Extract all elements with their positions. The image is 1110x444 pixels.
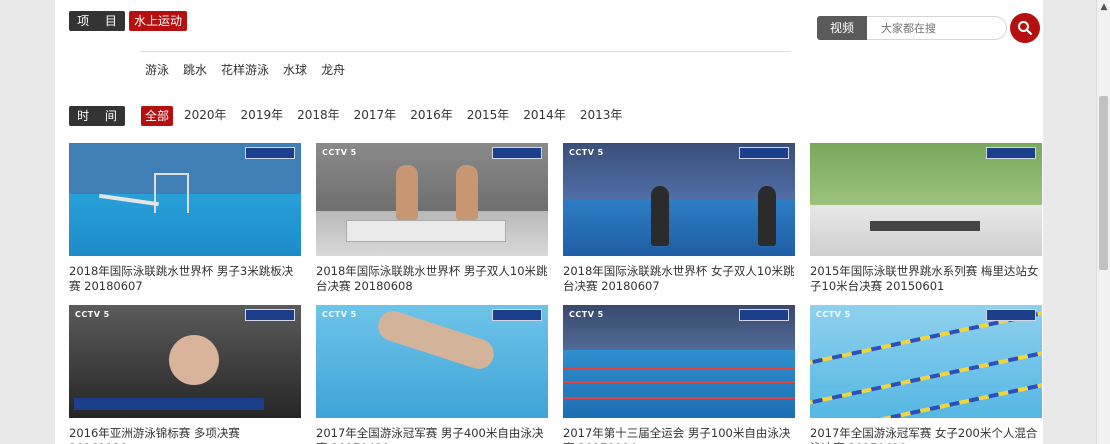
video-title[interactable]: 2016年亚洲游泳锦标赛 多项决赛 20161128 bbox=[69, 426, 301, 444]
sub-category-nav: 游泳 跳水 花样游泳 水球 龙舟 bbox=[145, 61, 345, 78]
video-title[interactable]: 2018年国际泳联跳水世界杯 男子双人10米跳台决赛 20180608 bbox=[316, 264, 548, 294]
broadcast-badge bbox=[492, 309, 542, 321]
video-title[interactable]: 2018年国际泳联跳水世界杯 男子3米跳板决赛 20180607 bbox=[69, 264, 301, 294]
broadcast-badge bbox=[245, 147, 295, 159]
name-overlay bbox=[74, 398, 264, 410]
channel-logo: CCTV 5 bbox=[569, 310, 604, 319]
video-thumbnail[interactable]: CCTV 5 bbox=[316, 305, 548, 418]
video-title[interactable]: 2018年国际泳联跳水世界杯 女子双人10米跳台决赛 20180607 bbox=[563, 264, 795, 294]
time-all-tag[interactable]: 全部 bbox=[141, 106, 173, 126]
score-overlay bbox=[346, 220, 506, 242]
search-input[interactable] bbox=[867, 16, 1007, 40]
video-title[interactable]: 2015年国际泳联世界跳水系列赛 梅里达站女子10米台决赛 20150601 bbox=[810, 264, 1042, 294]
sub-category-diving[interactable]: 跳水 bbox=[183, 61, 207, 78]
video-thumbnail[interactable]: CCTV 5 bbox=[810, 305, 1042, 418]
filter-divider bbox=[140, 51, 790, 52]
year-option[interactable]: 2017年 bbox=[354, 108, 397, 122]
year-option[interactable]: 2020年 bbox=[184, 108, 227, 122]
video-thumbnail[interactable]: CCTV 5 bbox=[563, 143, 795, 256]
sub-category-water-polo[interactable]: 水球 bbox=[283, 61, 307, 78]
year-option[interactable]: 2013年 bbox=[580, 108, 623, 122]
search-bar: 视频 bbox=[817, 13, 1042, 43]
category-label: 项 目 bbox=[69, 11, 125, 31]
broadcast-badge bbox=[739, 147, 789, 159]
channel-logo: CCTV 5 bbox=[75, 310, 110, 319]
video-card[interactable]: 2015年国际泳联世界跳水系列赛 梅里达站女子10米台决赛 20150601 bbox=[810, 143, 1042, 294]
channel-logo: CCTV 5 bbox=[322, 310, 357, 319]
video-thumbnail[interactable]: CCTV 5 bbox=[563, 305, 795, 418]
video-card[interactable]: CCTV 5 2016年亚洲游泳锦标赛 多项决赛 20161128 bbox=[69, 305, 301, 444]
video-title[interactable]: 2017年全国游泳冠军赛 女子200米个人混合泳决赛 20170410 bbox=[810, 426, 1042, 444]
page-scrollbar[interactable]: ▲ bbox=[1096, 0, 1110, 444]
broadcast-badge bbox=[986, 309, 1036, 321]
video-card[interactable]: CCTV 5 2018年国际泳联跳水世界杯 男子双人10米跳台决赛 201806… bbox=[316, 143, 548, 294]
broadcast-badge bbox=[739, 309, 789, 321]
search-button[interactable] bbox=[1010, 13, 1040, 43]
video-title[interactable]: 2017年第十三届全运会 男子100米自由泳决赛 20170904 bbox=[563, 426, 795, 444]
video-thumbnail[interactable]: CCTV 5 bbox=[316, 143, 548, 256]
video-title[interactable]: 2017年全国游泳冠军赛 男子400米自由泳决赛 20170410 bbox=[316, 426, 548, 444]
video-thumbnail[interactable]: CCTV 5 bbox=[69, 305, 301, 418]
search-icon bbox=[1018, 21, 1033, 36]
year-option[interactable]: 2015年 bbox=[467, 108, 510, 122]
video-card[interactable]: CCTV 5 2017年全国游泳冠军赛 男子400米自由泳决赛 20170410 bbox=[316, 305, 548, 444]
year-option[interactable]: 2018年 bbox=[297, 108, 340, 122]
video-card[interactable]: CCTV 5 2017年第十三届全运会 男子100米自由泳决赛 20170904 bbox=[563, 305, 795, 444]
video-thumbnail[interactable] bbox=[810, 143, 1042, 256]
sub-category-swimming[interactable]: 游泳 bbox=[145, 61, 169, 78]
video-card[interactable]: 2018年国际泳联跳水世界杯 男子3米跳板决赛 20180607 bbox=[69, 143, 301, 294]
search-scope-label[interactable]: 视频 bbox=[817, 16, 867, 40]
year-filter-list: 2020年 2019年 2018年 2017年 2016年 2015年 2014… bbox=[184, 108, 636, 122]
scroll-up-arrow-icon[interactable]: ▲ bbox=[1097, 0, 1110, 14]
video-card[interactable]: CCTV 5 2018年国际泳联跳水世界杯 女子双人10米跳台决赛 201806… bbox=[563, 143, 795, 294]
time-label: 时 间 bbox=[69, 106, 125, 126]
broadcast-badge bbox=[492, 147, 542, 159]
sub-category-dragon-boat[interactable]: 龙舟 bbox=[321, 61, 345, 78]
main-content: 项 目 水上运动 游泳 跳水 花样游泳 水球 龙舟 时 间 全部 2020年 2… bbox=[55, 0, 1043, 444]
video-card[interactable]: CCTV 5 2017年全国游泳冠军赛 女子200米个人混合泳决赛 201704… bbox=[810, 305, 1042, 444]
channel-logo: CCTV 5 bbox=[816, 310, 851, 319]
category-selected-tag[interactable]: 水上运动 bbox=[129, 11, 187, 31]
video-thumbnail[interactable] bbox=[69, 143, 301, 256]
scrollbar-thumb[interactable] bbox=[1099, 96, 1108, 270]
broadcast-badge bbox=[245, 309, 295, 321]
channel-logo: CCTV 5 bbox=[322, 148, 357, 157]
sub-category-synchronized-swimming[interactable]: 花样游泳 bbox=[221, 61, 269, 78]
year-option[interactable]: 2019年 bbox=[241, 108, 284, 122]
year-option[interactable]: 2016年 bbox=[410, 108, 453, 122]
broadcast-badge bbox=[986, 147, 1036, 159]
year-option[interactable]: 2014年 bbox=[523, 108, 566, 122]
channel-logo: CCTV 5 bbox=[569, 148, 604, 157]
